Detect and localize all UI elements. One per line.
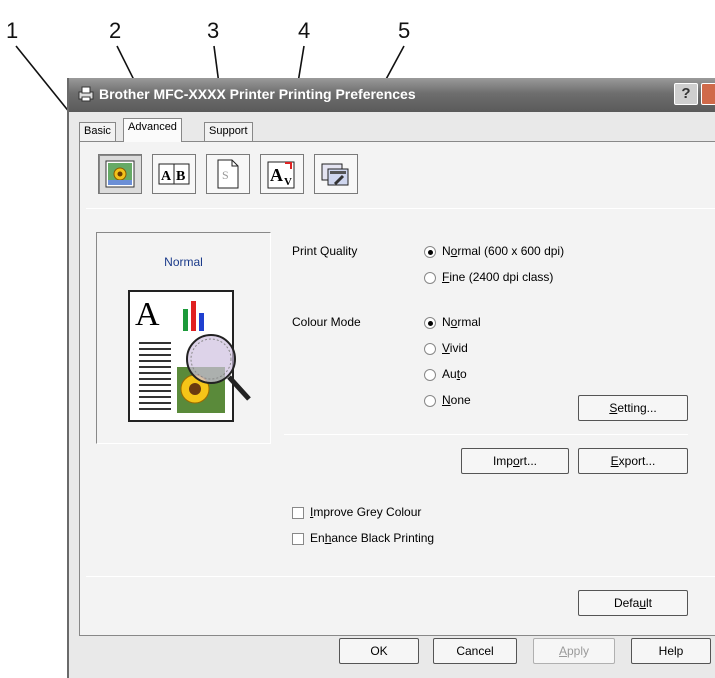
duplex-icon: A B [158,163,190,185]
printing-preferences-window: Brother MFC-XXXX Printer Printing Prefer… [67,78,715,678]
improve-grey-label[interactable]: Improve Grey Colour [310,505,421,519]
enhance-black-checkbox[interactable] [292,533,304,545]
radio-quality-fine[interactable] [424,272,436,284]
import-button[interactable]: Import... [461,448,569,474]
setting-button[interactable]: Setting... [578,395,688,421]
svg-text:A: A [161,169,172,184]
svg-text:A: A [135,296,160,333]
default-button[interactable]: Default [578,590,688,616]
device-options-button[interactable] [314,154,358,194]
window-title: Brother MFC-XXXX Printer Printing Prefer… [99,86,416,102]
radio-colour-none[interactable] [424,395,436,407]
apply-button[interactable]: Apply [533,638,615,664]
colour-vivid-label[interactable]: Vivid [442,341,468,355]
callout-3: 3 [207,18,220,43]
colour-print-quality-button[interactable] [98,154,142,194]
cancel-button[interactable]: Cancel [433,638,517,664]
close-button[interactable] [701,83,715,105]
colour-none-label[interactable]: None [442,393,471,407]
colour-print-quality-icon [105,160,135,188]
callout-2: 2 [109,18,122,43]
improve-grey-checkbox[interactable] [292,507,304,519]
callout-4: 4 [298,18,311,43]
tab-advanced[interactable]: Advanced [123,118,182,142]
quality-fine-label[interactable]: Fine (2400 dpi class) [442,270,553,284]
svg-text:A: A [270,165,283,185]
quality-normal-label[interactable]: Normal (600 x 600 dpi) [442,244,564,258]
callout-5: 5 [398,18,411,43]
svg-text:V: V [284,176,292,188]
preview-label: Normal [164,255,203,269]
svg-text:B: B [176,169,185,184]
title-bar[interactable]: Brother MFC-XXXX Printer Printing Prefer… [69,78,715,112]
radio-quality-normal[interactable] [424,246,436,258]
colour-mode-label: Colour Mode [292,315,361,329]
page-setting-button[interactable]: A V [260,154,304,194]
colour-auto-label[interactable]: Auto [442,367,467,381]
title-help-button[interactable]: ? [674,83,698,105]
export-button[interactable]: Export... [578,448,688,474]
duplex-booklet-button[interactable]: A B [152,154,196,194]
page-setting-icon: A V [267,161,295,189]
toolbar-divider [86,208,715,209]
help-button[interactable]: Help [631,638,711,664]
svg-text:S: S [222,168,229,182]
watermark-icon: S [217,159,239,189]
tab-basic[interactable]: Basic [79,122,116,142]
colour-normal-label[interactable]: Normal [442,315,481,329]
watermark-button[interactable]: S [206,154,250,194]
bottom-divider [86,576,715,577]
radio-colour-normal[interactable] [424,317,436,329]
advanced-panel: A B S A V Normal A Print Quality Normal … [79,141,715,636]
enhance-black-label[interactable]: Enhance Black Printing [310,531,434,545]
printer-icon [78,86,94,102]
options-divider [284,434,688,435]
radio-colour-auto[interactable] [424,369,436,381]
preview-box: Normal A [96,232,271,444]
radio-colour-vivid[interactable] [424,343,436,355]
tab-support[interactable]: Support [204,122,253,142]
callout-1: 1 [6,18,19,43]
ok-button[interactable]: OK [339,638,419,664]
preview-page-illustration: A [128,290,251,422]
device-options-icon [321,163,349,186]
print-quality-label: Print Quality [292,244,358,258]
